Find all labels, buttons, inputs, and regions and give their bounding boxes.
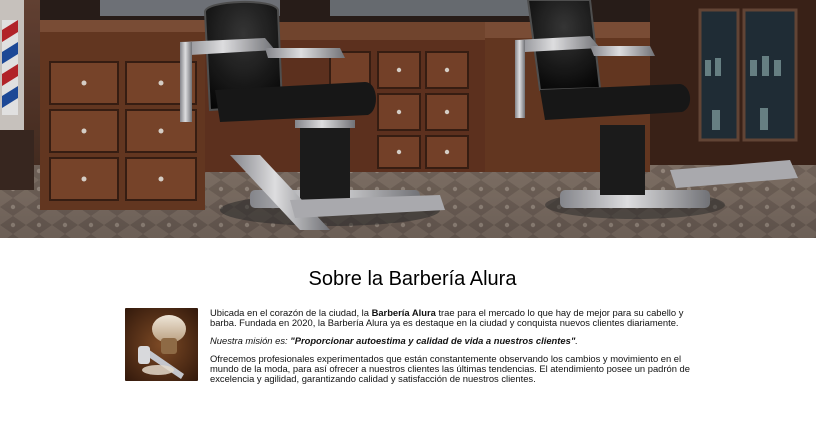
- barbershop-interior-image: [0, 0, 816, 238]
- shaving-brush-image: [125, 308, 198, 381]
- hero-banner: [0, 0, 816, 238]
- services-paragraph: Ofrecemos profesionales experimentados q…: [210, 353, 690, 384]
- page-title: Sobre la Barbería Alura: [308, 268, 517, 290]
- mission-end: .: [575, 335, 578, 346]
- about-section: Sobre la Barbería Alura Ubicada en el co…: [120, 238, 705, 428]
- mission-statement: "Proporcionar autoestima y calidad de vi…: [290, 335, 576, 346]
- mission-label: Nuestra misión es:: [210, 335, 291, 346]
- mission-paragraph: Nuestra misión es: "Proporcionar autoest…: [210, 336, 700, 346]
- about-description: Ubicada en el corazón de la ciudad, la B…: [210, 308, 700, 392]
- intro-paragraph: Ubicada en el corazón de la ciudad, la B…: [210, 308, 700, 328]
